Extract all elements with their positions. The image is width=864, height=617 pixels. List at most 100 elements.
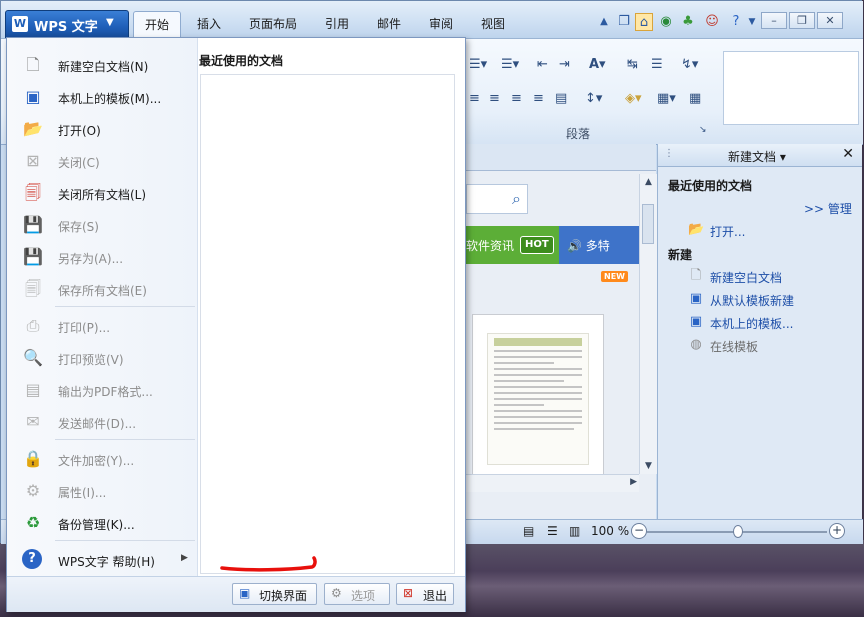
app-button-label: WPS 文字 [34, 20, 98, 35]
help-icon: ? [22, 549, 42, 569]
bullet-list-icon[interactable]: ☰▾ [469, 57, 487, 72]
home-icon[interactable]: ⌂ [635, 13, 653, 31]
help-dropdown-icon[interactable]: ▼ [743, 13, 761, 31]
recent-documents-list[interactable] [200, 74, 455, 574]
menu-separator [55, 540, 195, 541]
numbered-list-icon[interactable]: ☰▾ [501, 57, 519, 72]
menu-item-label: 备份管理(K)... [58, 518, 135, 532]
tab-stops-icon[interactable]: ☰ [651, 57, 663, 72]
tab-insert[interactable]: 插入 [187, 11, 231, 37]
grip-icon[interactable]: ⋮ [664, 148, 674, 159]
switch-interface-button[interactable]: ▣ 切换界面 [232, 583, 317, 605]
menu-new-blank-document[interactable]: 🗋 新建空白文档(N) [7, 50, 197, 80]
scroll-thumb[interactable] [642, 204, 654, 244]
scroll-up-icon[interactable]: ▲ [640, 174, 657, 190]
tab-page-layout[interactable]: 页面布局 [241, 11, 305, 37]
align-center-icon[interactable]: ≡ [489, 91, 500, 106]
properties-icon: ⚙ [25, 481, 41, 500]
menu-save-all: 🗐 保存所有文档(E) [7, 274, 197, 304]
community-icon[interactable]: ☺ [703, 13, 721, 31]
options-button: ⚙ 选项 [324, 583, 390, 605]
line-spacing-icon[interactable]: ↕▾ [585, 91, 602, 106]
template-preview-thumbnail[interactable] [487, 333, 589, 465]
decrease-indent-icon[interactable]: ⇤ [537, 57, 548, 72]
online-icon[interactable]: ◉ [657, 13, 675, 31]
from-default-template-link[interactable]: 从默认模板新建 [710, 292, 794, 309]
lock-icon: 🔒 [23, 449, 43, 468]
character-spacing-icon[interactable]: A▾ [589, 57, 606, 72]
wps-app-menu-button[interactable]: W WPS 文字 ▼ [5, 10, 129, 38]
align-left-icon[interactable]: ≡ [469, 91, 480, 106]
vertical-scrollbar[interactable]: ▲ ▼ [639, 174, 657, 474]
menu-backup[interactable]: ♻ 备份管理(K)... [7, 508, 197, 538]
sort-icon[interactable]: ↯▾ [681, 57, 698, 72]
horizontal-scrollbar[interactable]: ▶ [466, 474, 639, 492]
paragraph-mark-icon[interactable]: ↹ [627, 57, 638, 72]
zoom-in-button[interactable]: + [829, 523, 845, 539]
menu-item-label: 新建空白文档(N) [58, 60, 149, 74]
close-icon[interactable]: ✕ [842, 146, 854, 162]
collapse-ribbon-icon[interactable]: ▲ [595, 13, 613, 31]
title-bar: W WPS 文字 ▼ 开始 插入 页面布局 引用 邮件 审阅 视图 ▲ ❐ ⌂ … [1, 1, 863, 39]
page-view-icon[interactable]: ▤ [523, 524, 534, 538]
menu-save: 💾 保存(S) [7, 210, 197, 240]
options-label: 选项 [351, 589, 376, 603]
software-news-banner[interactable]: 软件资讯 HOT [466, 226, 559, 264]
menu-properties: ⚙ 属性(I)... [7, 476, 197, 506]
increase-indent-icon[interactable]: ⇥ [559, 57, 570, 72]
document-page[interactable] [472, 314, 604, 478]
search-input[interactable]: ⌕ [466, 184, 528, 214]
styles-gallery[interactable] [723, 51, 859, 125]
tab-references[interactable]: 引用 [315, 11, 359, 37]
menu-item-label: 打印(P)... [58, 321, 111, 335]
backup-icon: ♻ [25, 513, 41, 532]
distributed-icon[interactable]: ▤ [555, 91, 567, 106]
borders-icon[interactable]: ▦▾ [657, 91, 676, 106]
blank-document-icon: 🗋 [26, 55, 40, 74]
default-template-icon: ▣ [689, 291, 703, 306]
new-blank-document-link[interactable]: 新建空白文档 [710, 269, 782, 286]
window-switch-icon[interactable]: ❐ [615, 13, 633, 31]
search-icon[interactable]: ⌕ [512, 189, 521, 209]
duote-banner[interactable]: 🔊 多特 [559, 226, 639, 264]
manage-link[interactable]: >> 管理 [804, 200, 852, 217]
align-right-icon[interactable]: ≡ [511, 91, 522, 106]
tree-icon[interactable]: ♣ [679, 13, 697, 31]
outline-view-icon[interactable]: ☰ [547, 524, 558, 538]
local-templates-link[interactable]: 本机上的模板... [710, 315, 793, 332]
menu-local-templates[interactable]: ▣ 本机上的模板(M)... [7, 82, 197, 112]
open-folder-icon: 📂 [688, 222, 705, 237]
zoom-slider-thumb[interactable] [733, 525, 743, 538]
scroll-right-icon[interactable]: ▶ [630, 477, 637, 487]
menu-item-label: WPS文字 帮助(H) [58, 555, 155, 569]
exit-button[interactable]: ⊠ 退出 [396, 583, 454, 605]
switch-interface-label: 切换界面 [259, 589, 308, 603]
open-link[interactable]: 打开... [710, 223, 745, 240]
minimize-button[interactable]: – [761, 12, 787, 29]
menu-open[interactable]: 📂 打开(O) [7, 114, 197, 144]
reading-view-icon[interactable]: ▥ [569, 524, 580, 538]
exit-icon: ⊠ [403, 586, 414, 600]
zoom-level[interactable]: 100 % [591, 524, 629, 538]
tab-view[interactable]: 视图 [471, 11, 515, 37]
tab-home[interactable]: 开始 [133, 11, 181, 37]
print-icon: ⎙ [26, 316, 40, 335]
tab-mailings[interactable]: 邮件 [367, 11, 411, 37]
table-grid-icon[interactable]: ▦ [689, 91, 701, 106]
dialog-launcher-icon[interactable]: ↘ [699, 125, 707, 135]
shading-icon[interactable]: ◈▾ [625, 91, 642, 106]
menu-help[interactable]: ? WPS文字 帮助(H) ▶ [7, 545, 197, 575]
zoom-out-button[interactable]: − [631, 523, 647, 539]
close-window-button[interactable]: ✕ [817, 12, 843, 29]
justify-icon[interactable]: ≡ [533, 91, 544, 106]
pdf-icon: ▤ [25, 380, 41, 399]
recent-documents-title: 最近使用的文档 [199, 54, 284, 68]
menu-close-all[interactable]: 🗐 关闭所有文档(L) [7, 178, 197, 208]
restore-button[interactable]: ❐ [789, 12, 815, 29]
app-menu-dropdown: 🗋 新建空白文档(N) ▣ 本机上的模板(M)... 📂 打开(O) ⊠ 关闭(… [6, 37, 466, 612]
tab-review[interactable]: 审阅 [419, 11, 463, 37]
app-menu-commands: 🗋 新建空白文档(N) ▣ 本机上的模板(M)... 📂 打开(O) ⊠ 关闭(… [7, 38, 198, 576]
task-pane-title[interactable]: 新建文档 ▾ [728, 148, 786, 165]
menu-item-label: 另存为(A)... [58, 252, 124, 266]
scroll-down-icon[interactable]: ▼ [640, 458, 657, 474]
